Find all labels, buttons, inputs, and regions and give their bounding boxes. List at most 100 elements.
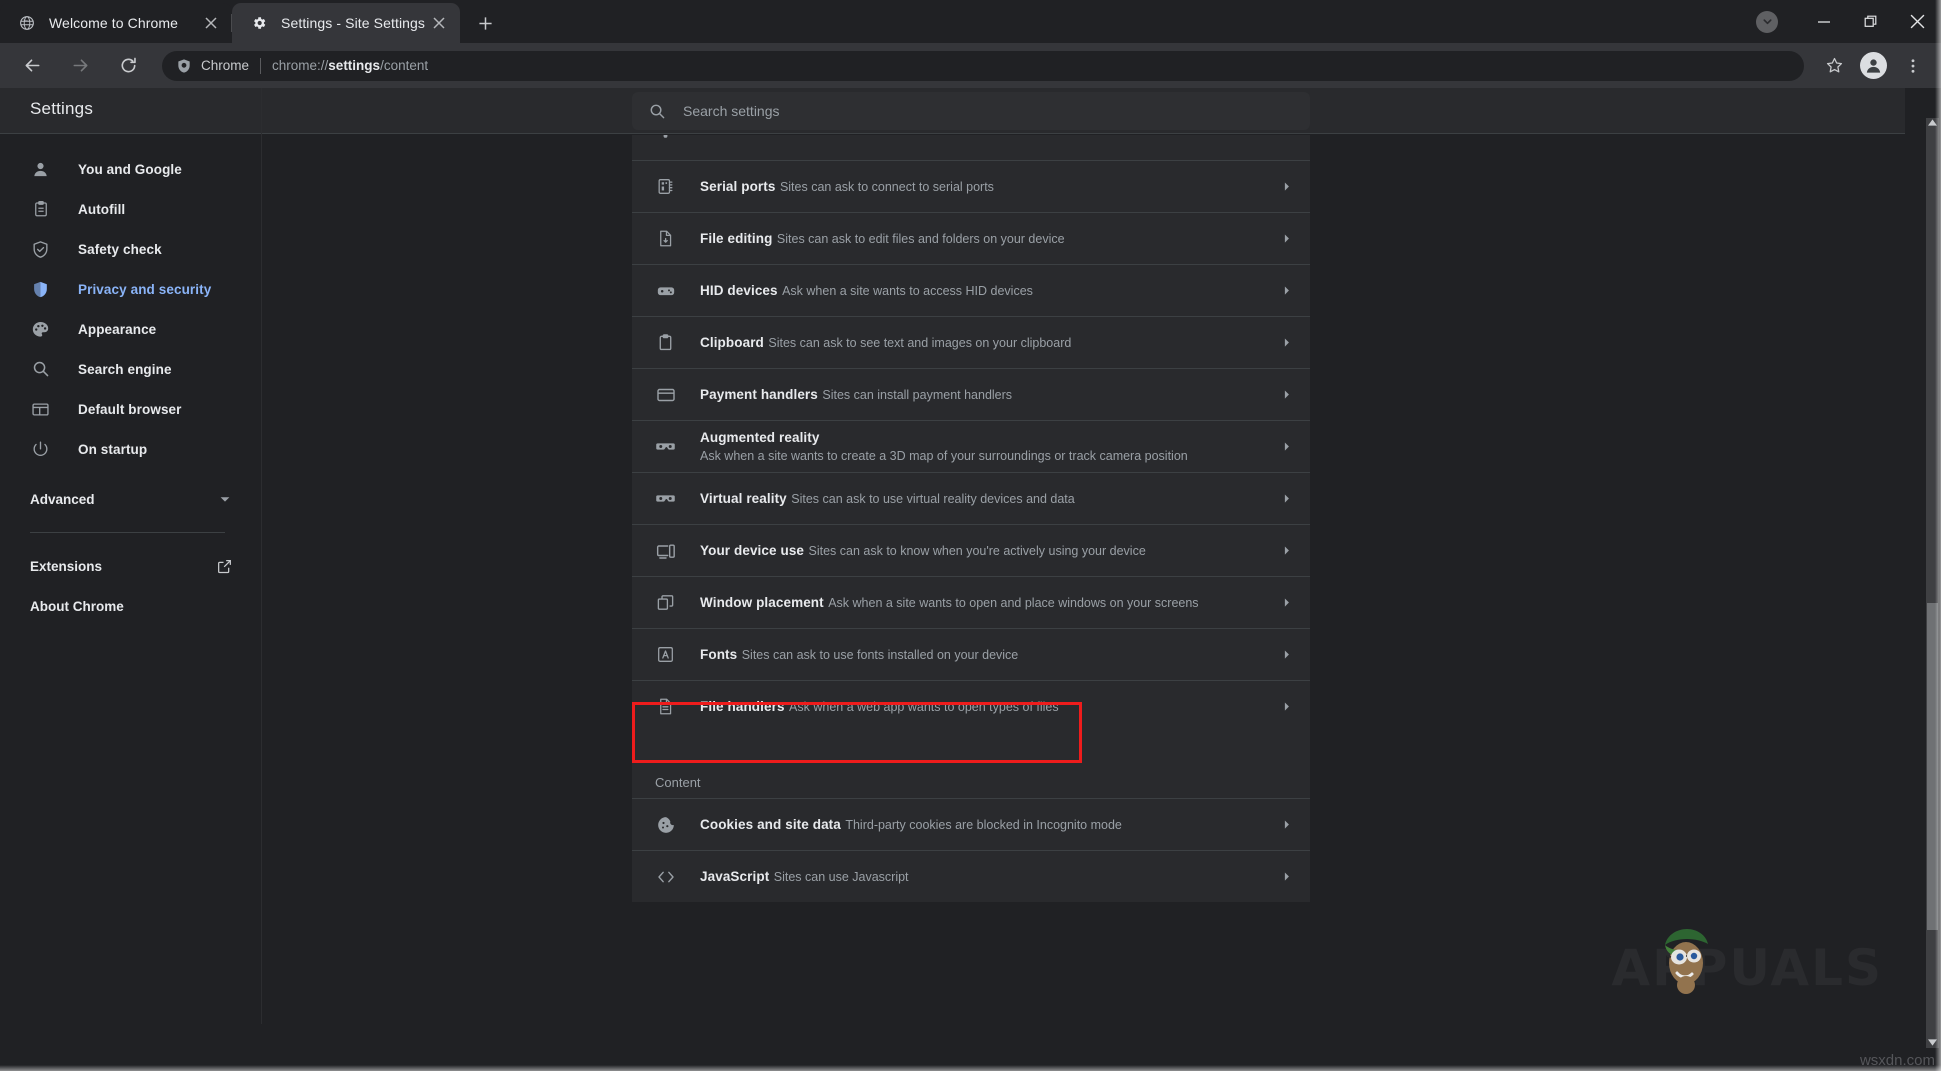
setting-row-title: File editing [700,231,772,246]
font-icon [655,644,676,665]
setting-row-javascript[interactable]: JavaScript Sites can use Javascript [632,850,1310,902]
avatar-icon[interactable] [1860,52,1887,79]
new-tab-button[interactable] [468,6,502,40]
sidebar-item-search-engine[interactable]: Search engine [0,349,262,389]
setting-row-file-handlers[interactable]: File handlers Ask when a web app wants t… [632,680,1310,732]
setting-row-augmented-reality[interactable]: Augmented reality Ask when a site wants … [632,420,1310,472]
gamepad-icon [655,280,676,301]
setting-row-title: Virtual reality [700,491,787,506]
restore-button[interactable] [1847,0,1894,43]
setting-row-usb-devices[interactable]: USB devices Sites can ask to connect to … [632,135,1310,160]
setting-row-cookies-and-site-data[interactable]: Cookies and site data Third-party cookie… [632,798,1310,850]
search-input[interactable]: Search settings [632,92,1310,130]
setting-row-text: Window placement Ask when a site wants t… [700,594,1276,612]
setting-row-subtitle: Sites can install payment handlers [822,388,1012,402]
chevron-right-icon [1276,645,1296,665]
shield-filled-icon [30,279,51,300]
sidebar-item-on-startup[interactable]: On startup [0,429,262,469]
url-prefix: chrome:// [272,58,328,73]
sidebar-item-autofill[interactable]: Autofill [0,189,262,229]
setting-row-title: Fonts [700,647,737,662]
setting-row-hid-devices[interactable]: HID devices Ask when a site wants to acc… [632,264,1310,316]
page-scrollbar[interactable] [1924,88,1941,1071]
sidebar-item-label: Advanced [30,492,218,507]
sidebar-item-label: Search engine [78,362,172,377]
close-button[interactable] [1894,0,1941,43]
sidebar-item-extensions[interactable]: Extensions [0,546,262,586]
scroll-up-arrow-icon[interactable] [1926,114,1939,130]
setting-row-your-device-use[interactable]: Your device use Sites can ask to know wh… [632,524,1310,576]
sidebar-item-label: Autofill [78,202,125,217]
star-icon[interactable] [1819,51,1849,81]
search-icon [648,102,667,121]
usb-icon [655,135,676,140]
close-icon[interactable] [428,12,450,34]
scrollbar-thumb[interactable] [1927,603,1938,930]
sidebar-item-you-and-google[interactable]: You and Google [0,149,262,189]
sidebar-item-label: Safety check [78,242,162,257]
kebab-menu-icon[interactable] [1898,51,1928,81]
setting-row-text: Clipboard Sites can ask to see text and … [700,334,1276,352]
sidebar-item-default-browser[interactable]: Default browser [0,389,262,429]
settings-header: Settings Search settings [0,88,1905,134]
address-bar[interactable]: Chrome chrome://settings/content [162,51,1804,81]
sidebar-item-appearance[interactable]: Appearance [0,309,262,349]
setting-row-title: JavaScript [700,869,769,884]
shield-check-icon [30,239,51,260]
setting-row-clipboard[interactable]: Clipboard Sites can ask to see text and … [632,316,1310,368]
setting-row-title: Your device use [700,543,804,558]
setting-row-window-placement[interactable]: Window placement Ask when a site wants t… [632,576,1310,628]
chrome-shield-icon [175,57,192,74]
sidebar-item-advanced[interactable]: Advanced [0,479,262,519]
chevron-right-icon [1276,385,1296,405]
vr-goggles-icon [655,488,676,509]
reload-button[interactable] [111,49,145,83]
setting-row-title: Payment handlers [700,387,818,402]
setting-row-virtual-reality[interactable]: Virtual reality Sites can ask to use vir… [632,472,1310,524]
minimize-button[interactable] [1800,0,1847,43]
chevron-right-icon [1276,281,1296,301]
window-caption-buttons [1756,0,1941,43]
section-heading-content: Content [632,732,1310,798]
sidebar-item-label: You and Google [78,162,182,177]
scroll-down-arrow-icon[interactable] [1926,1034,1939,1050]
setting-row-title: HID devices [700,283,778,298]
file-icon [655,696,676,717]
tab-title: Settings - Site Settings [281,15,428,31]
omnibox-divider [260,58,261,74]
sidebar-item-safety-check[interactable]: Safety check [0,229,262,269]
sidebar-item-about-chrome[interactable]: About Chrome [0,586,262,626]
setting-row-title: Clipboard [700,335,764,350]
setting-row-payment-handlers[interactable]: Payment handlers Sites can install payme… [632,368,1310,420]
sidebar-item-privacy-and-security[interactable]: Privacy and security [0,269,262,309]
setting-row-subtitle: Ask when a web app wants to open types o… [789,700,1059,714]
code-brackets-icon [655,866,676,887]
setting-row-subtitle: Sites can use Javascript [774,870,909,884]
chevron-right-icon [1276,437,1296,457]
setting-row-subtitle: Ask when a site wants to open and place … [828,596,1198,610]
vr-goggles-icon [655,436,676,457]
url-suffix: /content [380,58,428,73]
setting-row-text: Serial ports Sites can ask to connect to… [700,178,1276,196]
site-settings-card: USB devices Sites can ask to connect to … [632,135,1310,902]
back-button[interactable] [15,49,49,83]
setting-row-subtitle: Third-party cookies are blocked in Incog… [845,818,1122,832]
setting-row-text: Payment handlers Sites can install payme… [700,386,1276,404]
setting-row-title: Cookies and site data [700,817,841,832]
tab-settings-site-settings[interactable]: Settings - Site Settings [232,3,460,43]
url-bold-segment: settings [328,58,380,73]
chevron-right-icon [1276,333,1296,353]
setting-row-title: Serial ports [700,179,775,194]
power-icon [30,439,51,460]
setting-row-text: Fonts Sites can ask to use fonts install… [700,646,1276,664]
close-icon[interactable] [200,12,222,34]
chevron-right-icon [1276,697,1296,717]
download-chevron-icon[interactable] [1756,11,1778,33]
tab-welcome-to-chrome[interactable]: Welcome to Chrome [0,3,232,43]
setting-row-subtitle: Sites can ask to know when you're active… [809,544,1146,558]
external-link-icon [217,559,232,574]
setting-row-serial-ports[interactable]: Serial ports Sites can ask to connect to… [632,160,1310,212]
forward-button[interactable] [63,49,97,83]
setting-row-file-editing[interactable]: File editing Sites can ask to edit files… [632,212,1310,264]
setting-row-fonts[interactable]: Fonts Sites can ask to use fonts install… [632,628,1310,680]
